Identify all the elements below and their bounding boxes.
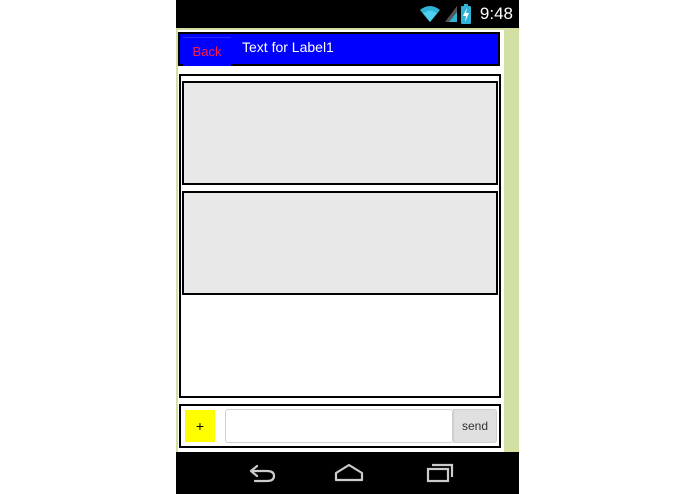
phone-frame: 9:48 Back Text for Label1 + send: [176, 0, 519, 494]
add-button[interactable]: +: [185, 410, 215, 442]
message-input[interactable]: [225, 409, 453, 443]
home-button[interactable]: [331, 460, 367, 486]
list-item[interactable]: [182, 191, 498, 295]
recent-apps-button[interactable]: [421, 460, 457, 486]
message-list[interactable]: [179, 74, 501, 398]
send-button[interactable]: send: [453, 409, 497, 443]
title-bar: Back Text for Label1: [178, 32, 500, 66]
back-nav-button[interactable]: [244, 460, 280, 486]
home-icon: [334, 463, 364, 482]
wifi-icon: [419, 6, 440, 22]
back-button[interactable]: Back: [183, 37, 231, 66]
navigation-bar: [176, 452, 519, 494]
status-icons: 9:48: [419, 3, 513, 25]
input-row: + send: [179, 404, 501, 448]
list-item[interactable]: [182, 81, 498, 185]
status-bar: 9:48: [176, 0, 519, 28]
recent-apps-icon: [426, 463, 454, 483]
app-screen: Back Text for Label1 + send: [178, 30, 504, 452]
battery-charging-icon: [460, 4, 471, 24]
clock: 9:48: [479, 4, 513, 23]
title-label: Text for Label1: [242, 39, 334, 55]
signal-icon: [444, 6, 457, 22]
back-nav-icon: [249, 464, 276, 483]
